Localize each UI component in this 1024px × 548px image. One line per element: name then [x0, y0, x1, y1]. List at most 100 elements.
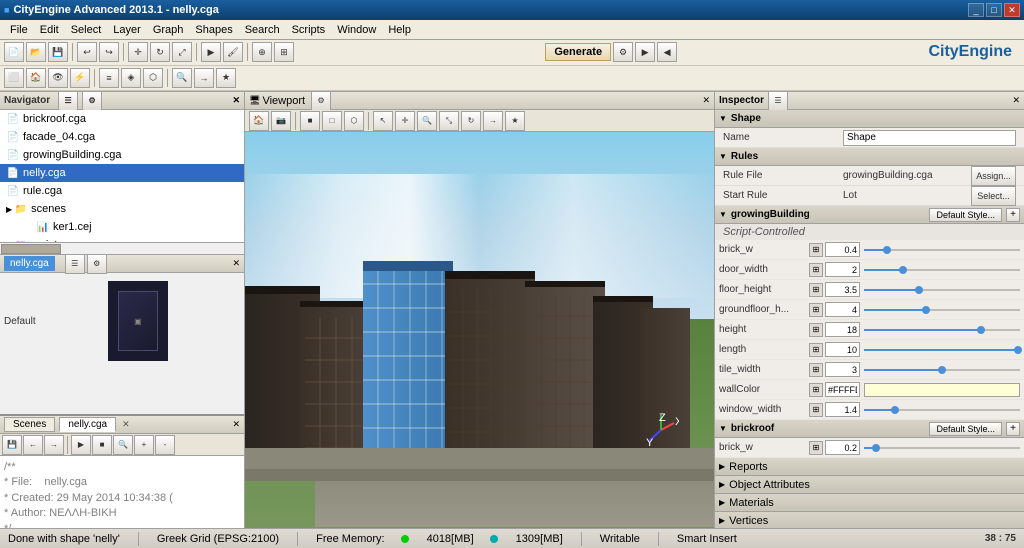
vp-home-btn[interactable]: 🏠	[249, 111, 269, 131]
shape-section-header[interactable]: ▼ Shape	[715, 110, 1024, 128]
param-brick-w-input[interactable]	[825, 242, 860, 257]
menu-layer[interactable]: Layer	[107, 22, 147, 38]
param-brickroof-brick-w-slider[interactable]	[864, 444, 1020, 452]
vp-nav6-btn[interactable]: →	[483, 111, 503, 131]
param-window-width-icon[interactable]: ⊞	[809, 403, 823, 417]
redo-btn[interactable]: ↪	[99, 42, 119, 62]
snap-btn[interactable]: ⊕	[252, 42, 272, 62]
grid-btn[interactable]: ⊞	[274, 42, 294, 62]
scale-btn[interactable]: ⤢	[172, 42, 192, 62]
code-search-btn[interactable]: 🔍	[113, 435, 133, 455]
shape-settings-btn[interactable]: ⚙	[87, 254, 107, 274]
growing-section-header[interactable]: ▼ growingBuilding Default Style... +	[715, 206, 1024, 224]
viewport-canvas[interactable]: X Z Y Grid Size 10m | Greek Grid	[245, 132, 714, 548]
menu-graph[interactable]: Graph	[147, 22, 190, 38]
object-attrs-section[interactable]: ▶ Object Attributes	[715, 476, 1024, 494]
open-btn[interactable]: 📂	[26, 42, 46, 62]
param-window-width-input[interactable]	[825, 402, 860, 417]
code-stop-btn[interactable]: ■	[92, 435, 112, 455]
new-btn[interactable]: 📄	[4, 42, 24, 62]
param-window-width-slider[interactable]	[864, 406, 1020, 414]
growing-default-style-btn[interactable]: Default Style...	[929, 208, 1002, 222]
nav-close[interactable]: ✕	[232, 95, 240, 106]
param-door-width-slider[interactable]	[864, 266, 1020, 274]
gen4-btn[interactable]: ◀	[657, 42, 677, 62]
param-groundfloor-h-slider[interactable]	[864, 306, 1020, 314]
menu-scripts[interactable]: Scripts	[286, 22, 332, 38]
insp-settings-btn[interactable]: ☰	[768, 91, 788, 111]
brickroof-add-btn[interactable]: +	[1006, 422, 1020, 436]
menu-shapes[interactable]: Shapes	[189, 22, 238, 38]
vp-nav1-btn[interactable]: ↖	[373, 111, 393, 131]
param-wallcolor-icon[interactable]: ⊞	[809, 383, 823, 397]
param-brickroof-brick-w-input[interactable]	[825, 440, 860, 455]
rules-section-header[interactable]: ▼ Rules	[715, 148, 1024, 166]
nav-list-btn[interactable]: ☰	[58, 91, 78, 111]
vp-nav7-btn[interactable]: ★	[505, 111, 525, 131]
generate-btn[interactable]: Generate	[545, 43, 611, 61]
close-btn[interactable]: ✕	[1004, 3, 1020, 17]
growing-add-btn[interactable]: +	[1006, 208, 1020, 222]
save-btn[interactable]: 💾	[48, 42, 68, 62]
nav-settings-btn[interactable]: ⚙	[82, 91, 102, 111]
nav-item-rule[interactable]: 📄 rule.cga	[0, 182, 244, 200]
brickroof-default-style-btn[interactable]: Default Style...	[929, 422, 1002, 436]
param-wallcolor-text-input[interactable]	[825, 382, 860, 397]
param-wallcolor-swatch[interactable]	[864, 383, 1020, 397]
code-fwd-btn[interactable]: →	[44, 435, 64, 455]
vp-close[interactable]: ✕	[702, 95, 710, 106]
vp-nav2-btn[interactable]: ✛	[395, 111, 415, 131]
param-door-width-icon[interactable]: ⊞	[809, 263, 823, 277]
nav-item-growing[interactable]: 📄 growingBuilding.cga	[0, 146, 244, 164]
tb2-10[interactable]: ★	[216, 68, 236, 88]
code-save-btn[interactable]: 💾	[2, 435, 22, 455]
materials-section[interactable]: ▶ Materials	[715, 494, 1024, 512]
name-input[interactable]	[843, 130, 1016, 146]
param-floor-height-input[interactable]	[825, 282, 860, 297]
param-tile-width-slider[interactable]	[864, 366, 1020, 374]
param-groundfloor-h-icon[interactable]: ⊞	[809, 303, 823, 317]
param-height-input[interactable]	[825, 322, 860, 337]
param-length-icon[interactable]: ⊞	[809, 343, 823, 357]
param-floor-height-icon[interactable]: ⊞	[809, 283, 823, 297]
nav-item-brickroof[interactable]: 📄 brickroof.cga	[0, 110, 244, 128]
param-door-width-input[interactable]	[825, 262, 860, 277]
param-floor-height-slider[interactable]	[864, 286, 1020, 294]
param-height-slider[interactable]	[864, 326, 1020, 334]
nav-item-nelly[interactable]: 📄 nelly.cga	[0, 164, 244, 182]
code-zoom-in-btn[interactable]: +	[134, 435, 154, 455]
tb2-5[interactable]: ≡	[99, 68, 119, 88]
move-btn[interactable]: ✛	[128, 42, 148, 62]
select-btn[interactable]: Select...	[971, 186, 1016, 206]
vp-nav5-btn[interactable]: ↻	[461, 111, 481, 131]
reports-section[interactable]: ▶ Reports	[715, 458, 1024, 476]
menu-select[interactable]: Select	[65, 22, 108, 38]
tb2-9[interactable]: →	[194, 68, 214, 88]
param-tile-width-icon[interactable]: ⊞	[809, 363, 823, 377]
title-controls[interactable]: _ □ ✕	[968, 3, 1020, 17]
shape-list-btn[interactable]: ☰	[65, 254, 85, 274]
code-back-btn[interactable]: ←	[23, 435, 43, 455]
code-close[interactable]: ✕	[232, 419, 240, 430]
menu-window[interactable]: Window	[331, 22, 382, 38]
menu-file[interactable]: File	[4, 22, 34, 38]
vp-nav4-btn[interactable]: ⤡	[439, 111, 459, 131]
tb2-3[interactable]: 👁	[48, 68, 68, 88]
gen3-btn[interactable]: ▶	[635, 42, 655, 62]
vp-settings-btn[interactable]: ⚙	[311, 91, 331, 111]
tb2-1[interactable]: ⬜	[4, 68, 24, 88]
tab-scenes[interactable]: Scenes	[4, 417, 55, 432]
tab-close-icon[interactable]: ✕	[122, 419, 130, 430]
vp-nav3-btn[interactable]: 🔍	[417, 111, 437, 131]
nav-folder-scenes[interactable]: ▶ 📁 scenes	[0, 200, 244, 218]
tab-nelly[interactable]: nelly.cga	[59, 417, 116, 432]
param-height-icon[interactable]: ⊞	[809, 323, 823, 337]
gen2-btn[interactable]: ⚙	[613, 42, 633, 62]
vp-perspective-btn[interactable]: 📷	[271, 111, 291, 131]
minimize-btn[interactable]: _	[968, 3, 984, 17]
vp-mode2-btn[interactable]: □	[322, 111, 342, 131]
rotate-btn[interactable]: ↻	[150, 42, 170, 62]
tb2-4[interactable]: ⚡	[70, 68, 90, 88]
insp-close[interactable]: ✕	[1012, 95, 1020, 106]
assign-btn[interactable]: Assign...	[971, 166, 1016, 186]
